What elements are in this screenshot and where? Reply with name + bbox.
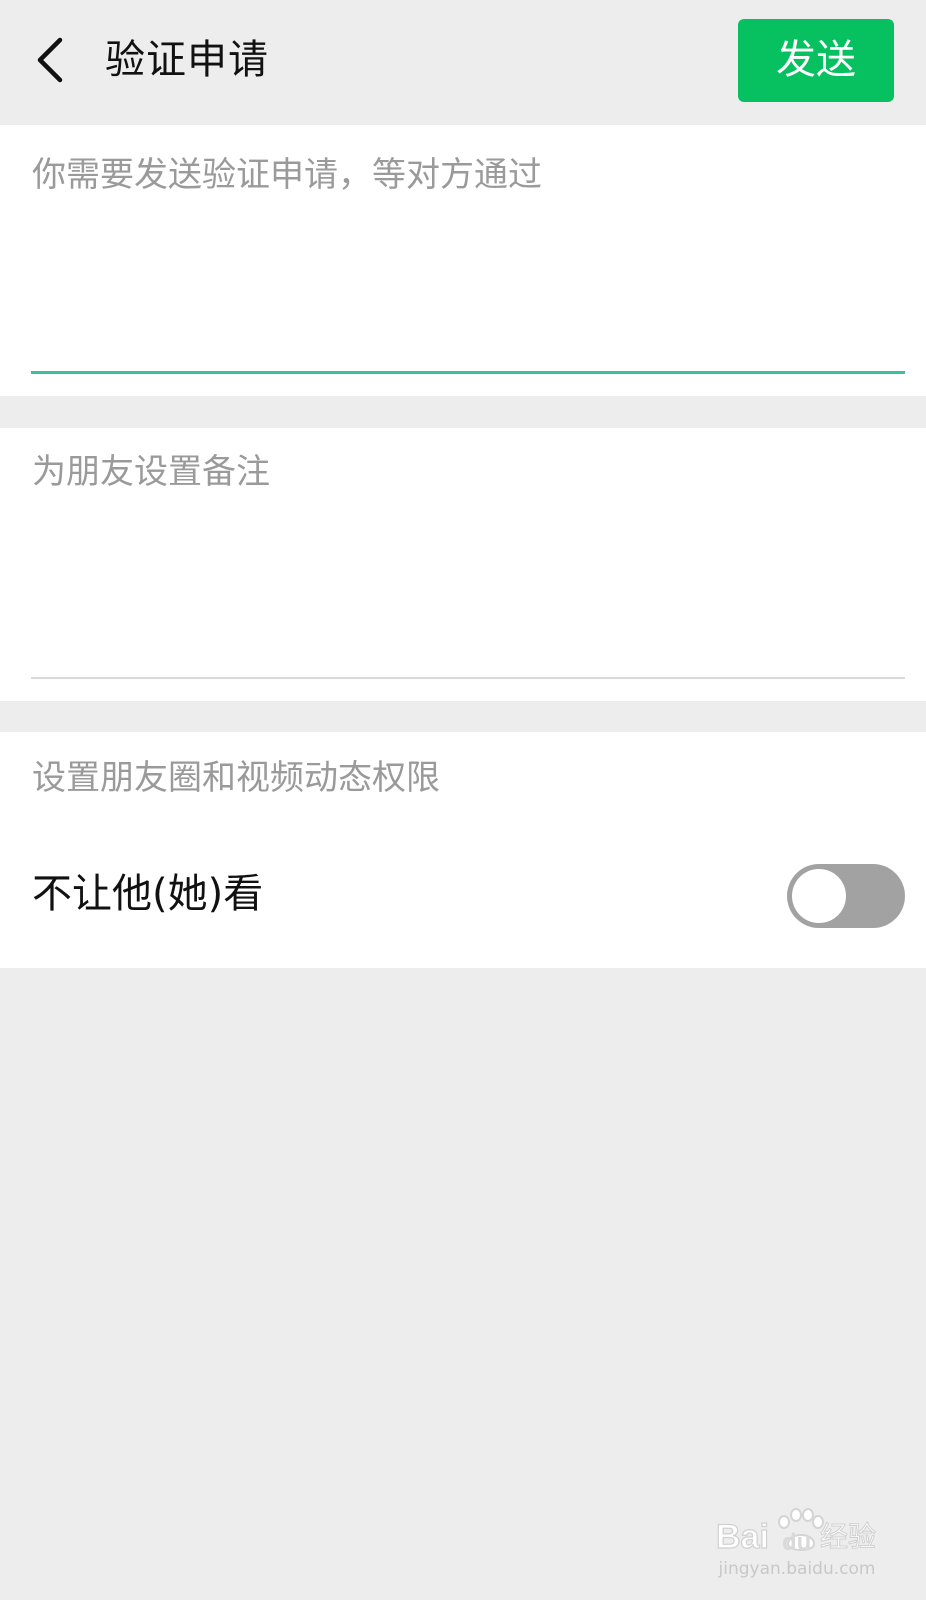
page-title: 验证申请 <box>105 37 269 83</box>
send-button[interactable]: 发送 <box>738 19 894 102</box>
chevron-left-icon <box>37 37 63 83</box>
verify-message-section: 你需要发送验证申请，等对方通过 <box>0 125 926 396</box>
verify-message-underline <box>31 371 905 374</box>
svg-text:du: du <box>782 1529 811 1556</box>
remark-input[interactable]: 为朋友设置备注 <box>32 450 270 494</box>
watermark: Bai du 经验 jingyan.baidu.com <box>712 1500 882 1582</box>
top-bar: 验证申请 发送 <box>0 0 926 123</box>
permissions-section-label: 设置朋友圈和视频动态权限 <box>32 758 440 798</box>
remark-underline <box>31 677 905 679</box>
toggle-knob <box>792 869 846 923</box>
hide-from-row[interactable]: 不让他(她)看 <box>0 842 926 952</box>
svg-text:经验: 经验 <box>820 1520 876 1553</box>
hide-from-toggle[interactable] <box>787 864 905 928</box>
remark-section: 为朋友设置备注 <box>0 428 926 701</box>
back-button[interactable] <box>28 30 76 90</box>
watermark-site: jingyan.baidu.com <box>718 1559 876 1579</box>
verify-message-input[interactable]: 你需要发送验证申请，等对方通过 <box>32 153 542 197</box>
baidu-jingyan-logo: Bai du 经验 <box>715 1508 877 1557</box>
hide-from-label: 不让他(她)看 <box>32 871 264 917</box>
permissions-section: 设置朋友圈和视频动态权限 不让他(她)看 <box>0 732 926 968</box>
svg-text:Bai: Bai <box>716 1518 769 1556</box>
